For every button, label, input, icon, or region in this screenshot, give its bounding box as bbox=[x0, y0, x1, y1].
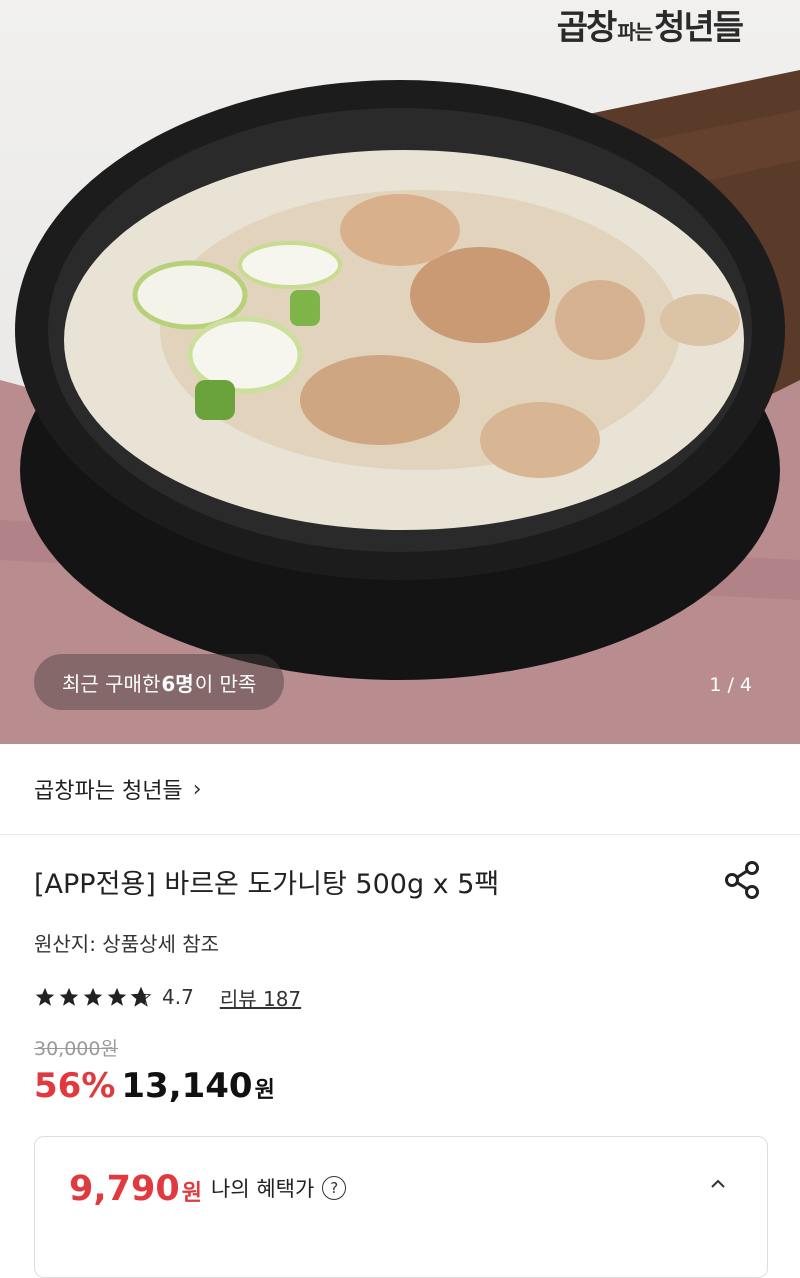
rating-row: 4.7 리뷰 187 bbox=[34, 982, 301, 1012]
chevron-right-icon: › bbox=[192, 776, 202, 802]
price-unit: 원 bbox=[254, 1078, 275, 1103]
sale-price: 13,140 bbox=[121, 1066, 253, 1106]
product-image-carousel[interactable]: 곱창 파는청년들 최근 구매한 6명 이 만족 1 / 4 bbox=[0, 0, 800, 744]
benefit-price: 9,790 원 bbox=[69, 1169, 202, 1209]
star-icon bbox=[59, 987, 79, 1006]
rating-stars bbox=[34, 986, 152, 1008]
product-photo bbox=[0, 70, 800, 744]
star-icon bbox=[35, 987, 55, 1006]
discount-rate: 56% bbox=[34, 1066, 116, 1106]
review-link[interactable]: 리뷰 187 bbox=[220, 983, 301, 1012]
seller-link[interactable]: 곱창파는 청년들 › bbox=[0, 744, 800, 835]
benefit-label: 나의 혜택가 ? bbox=[211, 1173, 347, 1203]
chevron-up-icon[interactable] bbox=[707, 1173, 729, 1195]
rating-value: 4.7 bbox=[162, 985, 194, 1009]
seller-name: 곱창파는 청년들 bbox=[34, 779, 183, 804]
purchase-satisfaction-badge: 최근 구매한 6명 이 만족 bbox=[34, 654, 285, 710]
badge-suffix: 이 만족 bbox=[194, 671, 257, 696]
share-icon[interactable] bbox=[720, 858, 764, 902]
star-icon bbox=[107, 987, 127, 1006]
badge-prefix: 최근 구매한 bbox=[62, 671, 161, 696]
benefit-price-unit: 원 bbox=[181, 1181, 202, 1206]
image-pager: 1 / 4 bbox=[709, 674, 752, 696]
benefit-price-value: 9,790 bbox=[69, 1169, 180, 1209]
product-title: [APP전용] 바르온 도가니탕 500g x 5팩 bbox=[34, 869, 500, 900]
benefit-price-box[interactable]: 9,790 원 나의 혜택가 ? bbox=[34, 1136, 768, 1278]
star-half-icon bbox=[130, 986, 152, 1007]
help-icon[interactable]: ? bbox=[322, 1176, 347, 1200]
badge-count: 6명 bbox=[161, 671, 194, 696]
brand-logo: 곱창 파는청년들 bbox=[556, 8, 744, 48]
benefit-label-text: 나의 혜택가 bbox=[211, 1177, 315, 1201]
price-row: 56% 13,140 원 bbox=[34, 1066, 275, 1106]
star-icon bbox=[83, 987, 103, 1006]
origin-info: 원산지: 상품상세 참조 bbox=[34, 932, 220, 956]
original-price: 30,000원 bbox=[34, 1038, 118, 1060]
